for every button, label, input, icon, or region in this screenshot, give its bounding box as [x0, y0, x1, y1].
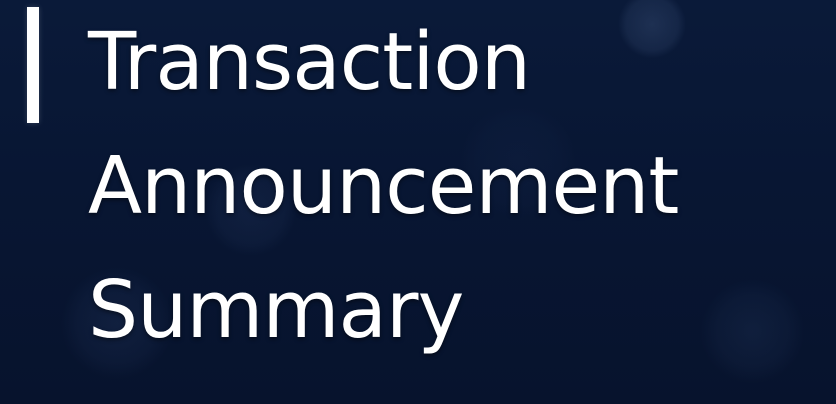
title-line-2: Announcement: [88, 140, 679, 232]
title-accent-bar: [27, 7, 39, 123]
slide-title: Transaction Announcement Summary: [88, 0, 818, 372]
title-slide: Transaction Announcement Summary: [0, 0, 836, 404]
title-line-3: Summary: [88, 264, 464, 356]
title-line-1: Transaction: [88, 16, 531, 108]
